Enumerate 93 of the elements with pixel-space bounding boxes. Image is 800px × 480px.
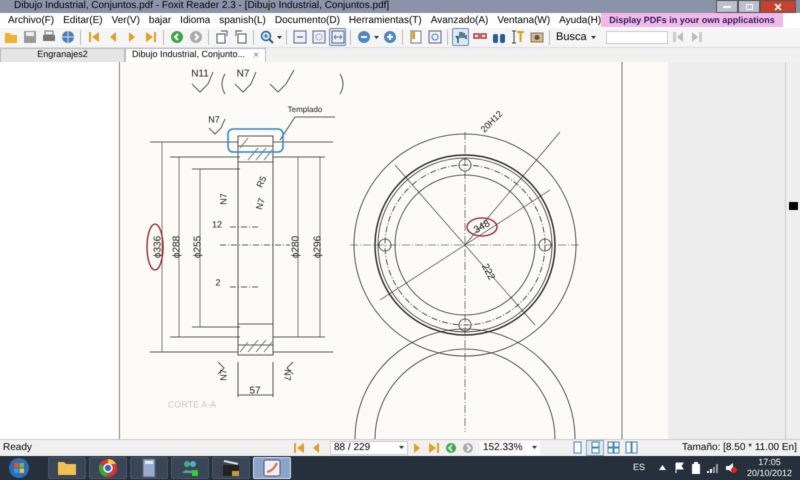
dimension-label: ϕ336 [152,236,164,258]
first-page-icon [292,442,304,454]
fullscreen-button[interactable] [426,28,443,46]
caret-icon[interactable] [277,36,282,39]
dimension-label: 348 [472,218,492,236]
dimension-label: N11 [191,68,209,80]
caret-icon[interactable] [399,446,404,450]
last-page-icon [144,30,158,44]
calculator-taskbar-button[interactable] [130,456,168,479]
menu-item[interactable]: Herramientas(T) [348,12,422,28]
show-hidden-icons-icon[interactable] [658,465,666,470]
facing-pages-icon [624,441,638,454]
menu-item[interactable]: Archivo(F) [8,12,54,28]
close-icon [774,2,782,10]
zoom-in-button[interactable] [258,28,275,46]
dimension-label: 2 [216,277,220,288]
last-page-icon [428,442,440,454]
menu-item[interactable]: Ayuda(H) [559,12,602,28]
clock[interactable]: 17:05 20/10/2012 [746,456,792,479]
browser-icon [97,456,119,479]
page-size-text: Tamaño: [8.50 * 11.00 En] [682,441,797,456]
find-previous-icon [671,30,686,44]
globe-icon [60,30,74,44]
start-button[interactable] [8,456,30,479]
document-app-icon [261,456,283,479]
dimension-label: 12 [212,219,222,230]
search-field[interactable] [606,30,668,44]
dimension-label: N7 [236,68,250,80]
film-clapper-taskbar-button[interactable] [212,456,250,479]
menu-item[interactable]: Ventana(W) [497,12,550,28]
continuous-view-button[interactable] [586,440,604,456]
menu-item[interactable]: Idioma [180,12,210,28]
dimension-label: ϕ296 [312,236,324,258]
dimension-label: 222 [479,262,497,282]
forward-icon [462,442,474,454]
dimension-label: N7 [208,114,220,124]
flag-icon[interactable] [674,462,685,474]
zoom-field[interactable]: 152.33% [480,440,540,455]
tab-close-button[interactable]: × [253,48,259,63]
close-button[interactable] [760,0,796,13]
fit-page-button[interactable] [310,28,327,46]
menu-item[interactable]: bajar [148,12,172,28]
folder-taskbar-button[interactable] [48,456,86,479]
text-select-button[interactable] [509,28,526,46]
text-select-icon [510,30,524,44]
window-title: Dibujo Industrial, Conjuntos.pdf - Foxit Reader 2.3 - [Dibujo Industrial, Conjuntos.pdf] [13,1,390,12]
status-text: Ready [2,441,33,456]
menu-item[interactable]: spanish(L) [219,12,266,28]
menu-item[interactable]: Avanzado(A) [430,12,488,28]
document-tab[interactable]: Dibujo Industrial, Conjunto... × [125,48,266,62]
continuous-icon [588,441,602,454]
dimension-label: N7 [218,368,228,380]
single-page-icon [570,441,584,454]
browser-taskbar-button[interactable] [89,456,127,479]
dimension-label: ϕ280 [290,236,302,258]
dimension-label: N7 [218,192,228,204]
ad-banner[interactable]: Display PDFs in your own applications [601,13,783,28]
grid-pages-icon [606,441,620,454]
restore-button[interactable] [738,0,760,13]
menu-item[interactable]: Editar(E) [63,12,103,28]
dimension-label: R5 [254,174,268,189]
back-icon [444,442,456,454]
zoom-in-icon [260,30,274,44]
language-indicator[interactable]: ES [632,461,645,475]
camera-icon [530,30,544,44]
battery-icon[interactable] [690,462,701,474]
dimension-label: N7 [254,196,267,210]
dimension-label: N7 [282,368,293,380]
dimension-label: Templado [288,104,322,114]
document-app-taskbar-button[interactable] [253,456,291,479]
find-next-icon [690,30,704,44]
search-scope-dropdown[interactable]: Busca [554,29,598,46]
caret-icon[interactable] [532,446,537,450]
fit-width-button[interactable] [329,28,346,46]
minimize-button[interactable] [716,0,738,13]
hand-button[interactable] [452,28,469,46]
menu-item[interactable]: Ver(V) [112,12,140,28]
signal-bars-icon[interactable] [706,462,719,473]
dimension-label: 57 [249,385,261,396]
page-number-field[interactable]: 88 / 229 [330,440,408,455]
actual-size-button[interactable] [291,28,308,46]
caret-icon[interactable] [590,36,596,39]
folder-icon [4,30,18,44]
speaker-muted-icon[interactable] [724,462,737,474]
hand-icon [454,30,468,44]
caret-icon[interactable] [374,36,379,39]
first-page-icon [86,30,100,44]
document-tab[interactable]: Engranajes2 [0,48,125,62]
people-taskbar-button[interactable] [171,456,209,479]
vertical-scrollbar[interactable] [785,62,800,439]
dimension-label: ϕ288 [172,236,183,258]
menu-item[interactable]: Documento(D) [274,12,340,28]
dimension-label: ϕ255 [192,236,204,258]
